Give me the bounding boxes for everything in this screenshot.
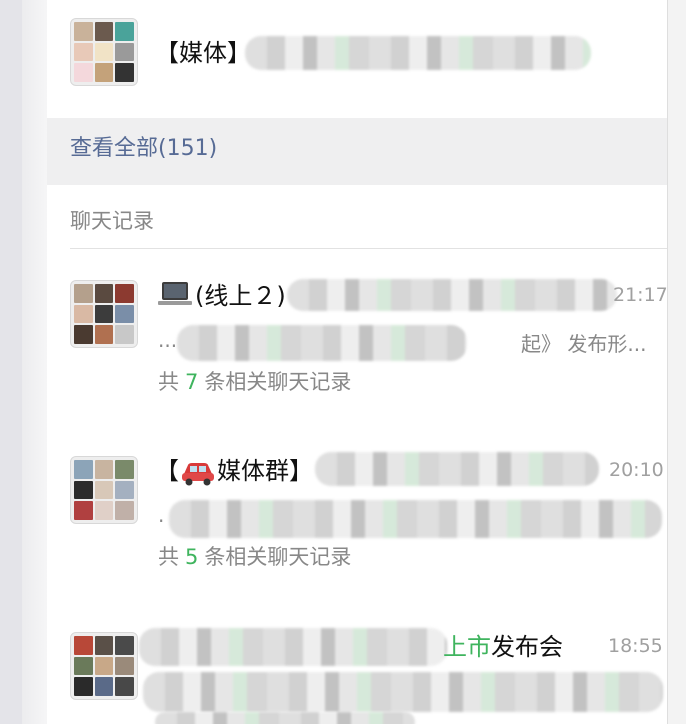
section-divider <box>70 248 667 249</box>
chat-title-highlight: 上市 <box>443 633 491 661</box>
scrollbar-track[interactable] <box>667 0 686 724</box>
group-avatar <box>70 18 138 86</box>
count-number: 7 <box>185 370 199 394</box>
redacted-snippet <box>177 325 467 361</box>
group-title: 【媒体】 <box>155 39 251 67</box>
count-suffix: 条相关聊天记录 <box>204 545 352 569</box>
chat-title: (线上２) <box>195 282 286 310</box>
redacted-count <box>155 712 415 724</box>
redacted-chat-title <box>139 628 447 666</box>
see-all-button[interactable]: 查看全部(151) <box>47 118 667 185</box>
redacted-snippet <box>169 500 662 538</box>
chat-history-section-label: 聊天记录 <box>70 209 154 233</box>
laptop-icon <box>158 282 192 305</box>
chat-time: 20:10 <box>609 459 664 481</box>
chat-avatar <box>70 280 138 348</box>
chat-snippet-prefix: . <box>158 503 165 527</box>
chat-match-count: 共 5 条相关聊天记录 <box>158 541 351 571</box>
chat-snippet-prefix: ... <box>158 328 178 352</box>
chat-time: 18:55 <box>608 635 663 657</box>
chat-match-count: 共 7 条相关聊天记录 <box>158 366 351 396</box>
redacted-snippet <box>143 672 663 712</box>
chat-title-start: 【 <box>155 457 179 485</box>
count-number: 5 <box>185 545 199 569</box>
count-suffix: 条相关聊天记录 <box>204 370 352 394</box>
count-prefix: 共 <box>158 545 179 569</box>
chat-time: 21:17 <box>613 284 667 306</box>
panel-left-shadow <box>22 0 48 724</box>
search-results-panel: 【媒体】 查看全部(151) 聊天记录 (线上２) 21:17 ... 起》 发… <box>47 0 667 724</box>
chat-title-rest: 发布会 <box>491 633 563 661</box>
window-left-edge <box>0 0 22 724</box>
see-all-label: 查看全部(151) <box>70 136 218 161</box>
redacted-group-name <box>245 36 591 70</box>
chat-avatar <box>70 632 138 700</box>
chat-title: 上市发布会 <box>443 632 563 662</box>
car-icon <box>182 463 214 486</box>
chat-title: 媒体群】 <box>217 457 313 485</box>
chat-snippet-suffix: 起》 发布形... <box>521 332 647 356</box>
count-prefix: 共 <box>158 370 179 394</box>
redacted-chat-title <box>287 279 617 311</box>
redacted-chat-title <box>315 452 599 486</box>
chat-avatar <box>70 456 138 524</box>
